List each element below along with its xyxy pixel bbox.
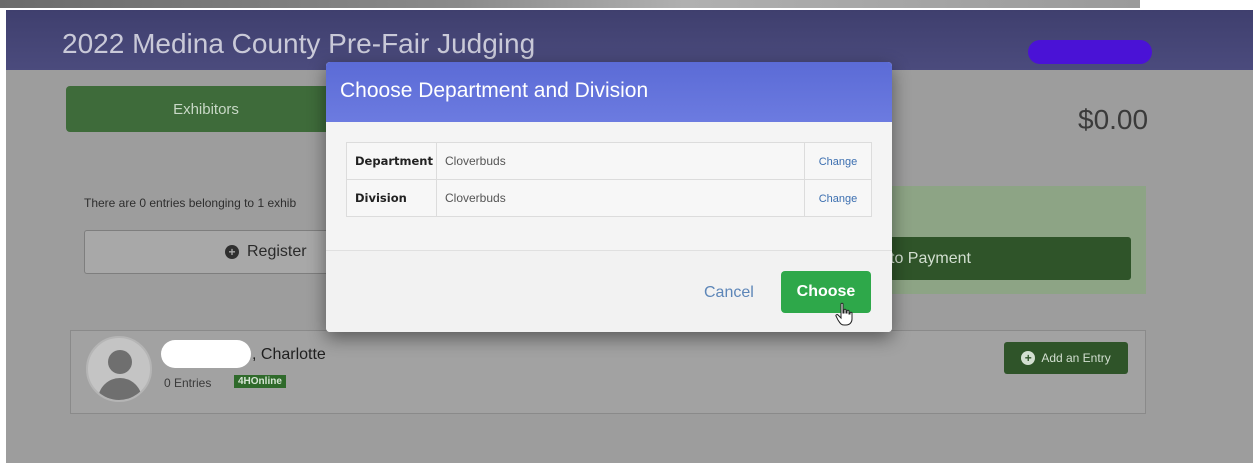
division-label: Division <box>346 179 437 217</box>
modal-body: Department Cloverbuds Change Division Cl… <box>326 122 892 250</box>
app-screen: 2022 Medina County Pre-Fair Judging Exhi… <box>6 10 1253 463</box>
redacted-user-name <box>1028 40 1152 64</box>
change-department-link[interactable]: Change <box>819 156 858 168</box>
user-silhouette-icon <box>86 336 152 402</box>
redacted-surname <box>161 340 251 368</box>
cancel-button[interactable]: Cancel <box>704 284 754 302</box>
department-row: Department Cloverbuds Change <box>346 142 872 180</box>
payment-label: to Payment <box>890 249 971 267</box>
department-label: Department <box>346 142 437 180</box>
register-button[interactable]: + Register <box>84 230 344 274</box>
division-row: Division Cloverbuds Change <box>346 179 872 217</box>
choose-department-modal: Choose Department and Division Departmen… <box>326 62 892 332</box>
monitor-bezel <box>0 0 1140 8</box>
add-entry-button[interactable]: + Add an Entry <box>1004 342 1128 374</box>
register-label: Register <box>247 243 307 260</box>
change-division-link[interactable]: Change <box>819 193 858 205</box>
cart-total: $0.00 <box>1078 104 1149 135</box>
add-entry-label: Add an Entry <box>1041 351 1111 365</box>
plus-circle-icon: + <box>1021 351 1036 365</box>
app-header: 2022 Medina County Pre-Fair Judging <box>6 10 1253 70</box>
choose-button[interactable]: Choose <box>781 271 871 313</box>
app-title: 2022 Medina County Pre-Fair Judging <box>62 28 536 59</box>
tab-exhibitors[interactable]: Exhibitors <box>66 86 346 132</box>
division-value: Cloverbuds <box>436 179 805 217</box>
hand-pointer-icon <box>835 302 853 326</box>
exhibitor-entries-count: 0 Entries <box>164 376 212 390</box>
modal-title: Choose Department and Division <box>340 79 649 102</box>
proceed-to-payment-button[interactable]: to Payment <box>876 237 1131 280</box>
avatar-head <box>108 350 132 374</box>
modal-header: Choose Department and Division <box>326 62 892 122</box>
avatar-body <box>98 378 142 400</box>
entries-summary: There are 0 entries belonging to 1 exhib <box>84 196 297 210</box>
plus-circle-icon: + <box>225 245 239 259</box>
department-division-table: Department Cloverbuds Change Division Cl… <box>346 142 872 217</box>
exhibitor-name: , Charlotte <box>252 346 326 363</box>
department-value: Cloverbuds <box>436 142 805 180</box>
4honline-badge: 4HOnline <box>234 375 286 388</box>
